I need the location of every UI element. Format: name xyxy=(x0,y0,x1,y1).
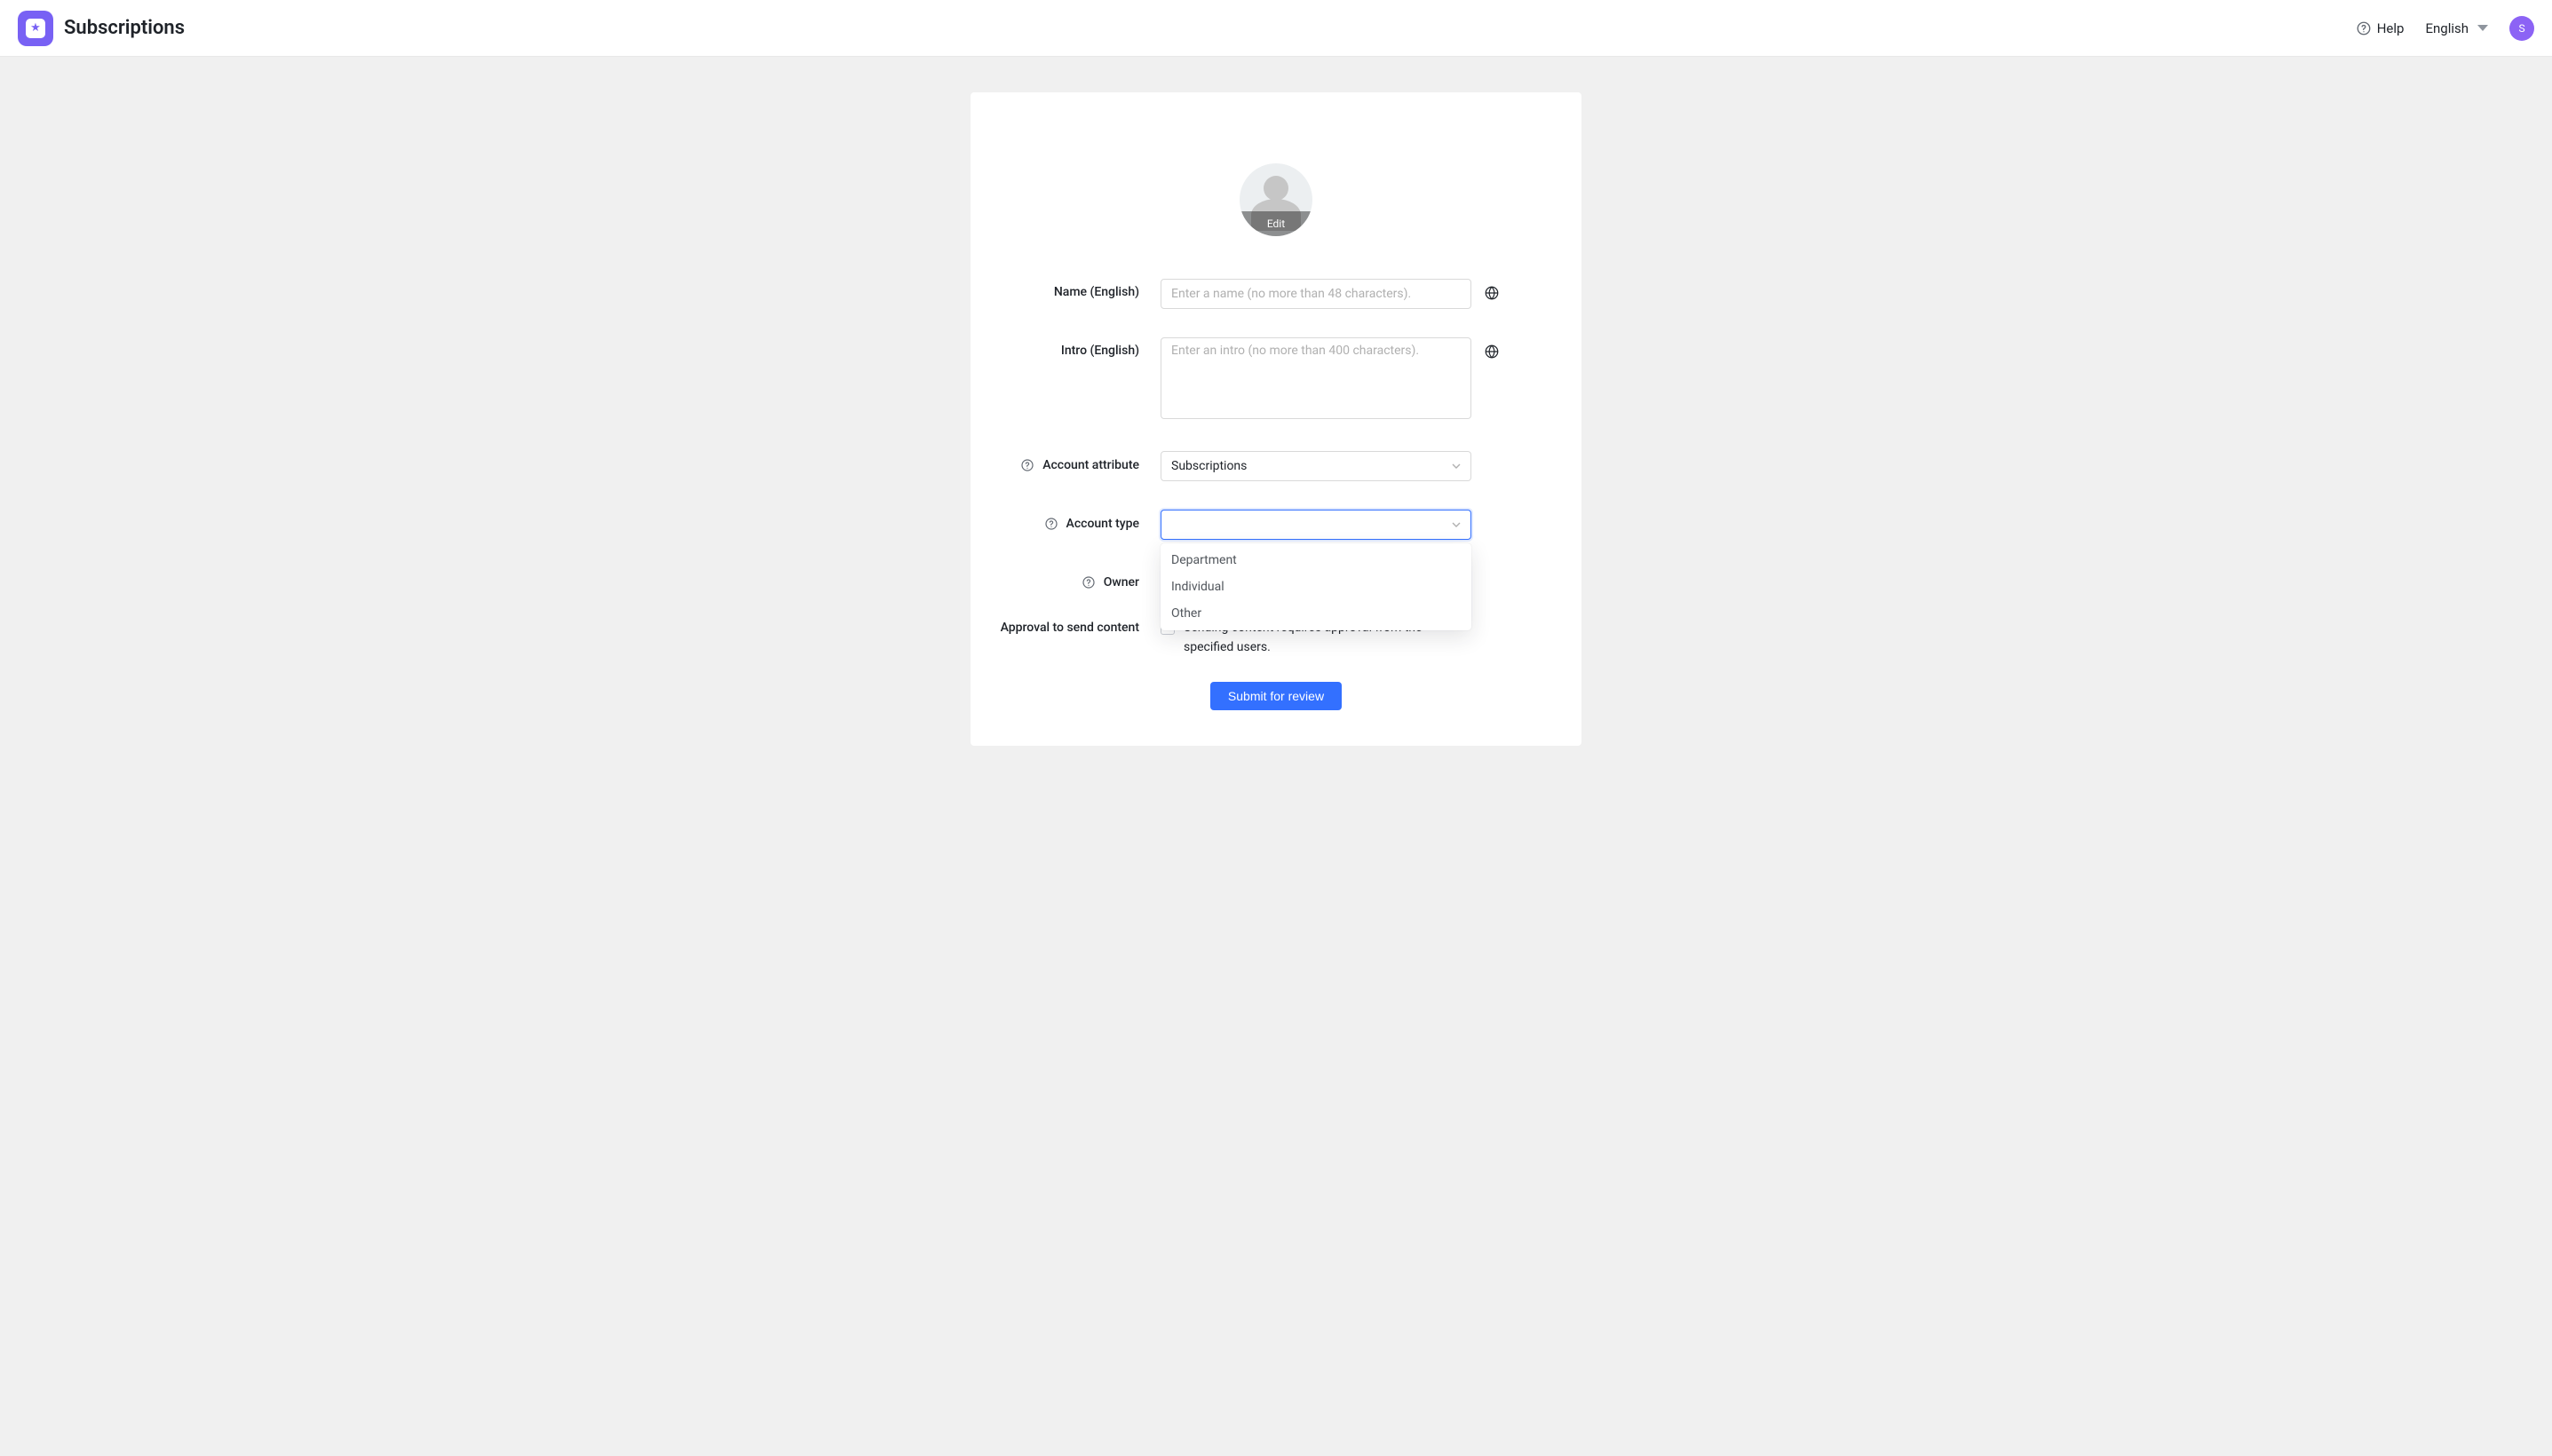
submit-button[interactable]: Submit for review xyxy=(1210,682,1342,710)
help-label: Help xyxy=(2377,20,2405,36)
chevron-down-icon xyxy=(2477,25,2488,31)
header-left: ★ Subscriptions xyxy=(18,11,185,46)
account-attribute-select[interactable]: Subscriptions xyxy=(1161,451,1471,481)
star-icon: ★ xyxy=(26,19,45,38)
account-type-dropdown: Department Individual Other xyxy=(1161,543,1471,630)
account-attribute-label: Account attribute xyxy=(985,451,1161,473)
globe-icon[interactable] xyxy=(1484,285,1500,305)
account-type-option[interactable]: Other xyxy=(1161,600,1471,627)
account-type-row: Account type Department Individual Other xyxy=(985,510,1567,540)
approval-label: Approval to send content xyxy=(985,619,1161,635)
app-logo: ★ xyxy=(18,11,53,46)
avatar-initial: S xyxy=(2518,22,2524,35)
help-link[interactable]: Help xyxy=(2356,20,2405,36)
page-title: Subscriptions xyxy=(64,17,185,39)
name-input[interactable] xyxy=(1161,279,1471,309)
avatar-edit-label: Edit xyxy=(1240,211,1312,236)
intro-input[interactable] xyxy=(1161,337,1471,419)
account-attribute-value: Subscriptions xyxy=(1171,459,1247,473)
header-right: Help English S xyxy=(2356,16,2534,41)
avatar-upload[interactable]: Edit xyxy=(1240,163,1312,236)
language-selector[interactable]: English xyxy=(2425,20,2488,36)
help-icon[interactable] xyxy=(1081,574,1097,590)
intro-row: Intro (English) xyxy=(985,337,1567,423)
account-type-label-text: Account type xyxy=(1066,517,1139,531)
help-icon xyxy=(2356,20,2372,36)
account-type-option[interactable]: Department xyxy=(1161,547,1471,574)
app-header: ★ Subscriptions Help English S xyxy=(0,0,2552,57)
help-icon[interactable] xyxy=(1043,516,1059,532)
help-icon[interactable] xyxy=(1019,457,1035,473)
name-label: Name (English) xyxy=(985,279,1161,299)
avatar-upload-section: Edit xyxy=(985,163,1567,236)
account-type-option[interactable]: Individual xyxy=(1161,574,1471,600)
globe-icon[interactable] xyxy=(1484,344,1500,363)
intro-label: Intro (English) xyxy=(985,337,1161,358)
chevron-down-icon xyxy=(1452,520,1461,529)
account-type-label: Account type xyxy=(985,510,1161,532)
owner-label: Owner xyxy=(985,568,1161,590)
person-icon xyxy=(1264,176,1288,201)
user-avatar[interactable]: S xyxy=(2509,16,2534,41)
account-attribute-row: Account attribute Subscriptions xyxy=(985,451,1567,481)
owner-label-text: Owner xyxy=(1104,575,1139,590)
language-label: English xyxy=(2425,20,2469,36)
form-card: Edit Name (English) Intro (English) xyxy=(971,92,1581,746)
account-type-select[interactable] xyxy=(1161,510,1471,540)
name-row: Name (English) xyxy=(985,279,1567,309)
account-attribute-label-text: Account attribute xyxy=(1042,458,1139,472)
chevron-down-icon xyxy=(1452,462,1461,471)
page-body: Edit Name (English) Intro (English) xyxy=(0,57,2552,817)
submit-row: Submit for review xyxy=(985,682,1567,710)
